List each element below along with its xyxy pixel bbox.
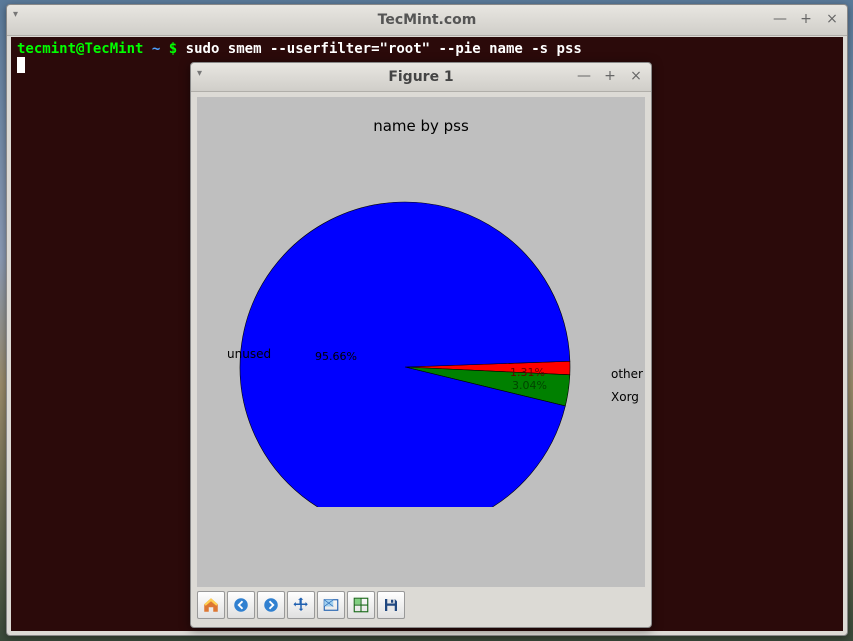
terminal-cursor [17,57,25,73]
desktop: ▾ TecMint.com — + × tecmint@TecMint ~ $ … [0,0,853,641]
pct-xorg: 3.04% [512,379,547,392]
close-button[interactable]: × [627,68,645,86]
home-button[interactable] [197,591,225,619]
legend-other: other [611,367,643,381]
prompt-path: ~ [152,41,160,57]
terminal-command: sudo smem --userfilter="root" --pie name… [186,41,582,57]
terminal-title: TecMint.com [7,12,847,28]
zoom-button[interactable] [317,591,345,619]
figure-window-buttons: — + × [575,68,645,86]
subplots-button[interactable] [347,591,375,619]
pct-other: 1.31% [510,366,545,379]
save-button[interactable] [377,591,405,619]
figure-titlebar[interactable]: ▾ Figure 1 — + × [191,63,651,92]
pan-icon [292,596,310,614]
pie-chart [235,167,575,507]
terminal-prompt-line: tecmint@TecMint ~ $ sudo smem --userfilt… [17,41,837,57]
zoom-icon [322,596,340,614]
subplots-icon [352,596,370,614]
pan-button[interactable] [287,591,315,619]
prompt-symbol: $ [169,41,177,57]
terminal-window-buttons: — + × [771,11,841,29]
back-button[interactable] [227,591,255,619]
matplotlib-toolbar [197,591,405,621]
back-icon [232,596,250,614]
maximize-button[interactable]: + [797,11,815,29]
save-icon [382,596,400,614]
minimize-button[interactable]: — [771,11,789,29]
home-icon [202,596,220,614]
forward-button[interactable] [257,591,285,619]
figure-window: ▾ Figure 1 — + × name by pss unused 95.6… [190,62,652,628]
prompt-host: TecMint [84,41,143,57]
minimize-button[interactable]: — [575,68,593,86]
close-button[interactable]: × [823,11,841,29]
legend-unused: unused [227,347,271,361]
terminal-titlebar[interactable]: ▾ TecMint.com — + × [7,5,847,36]
chart-canvas: name by pss unused 95.66% 1.31% 3.04% ot… [197,97,645,587]
figure-menu-icon[interactable]: ▾ [197,71,213,77]
legend-xorg: Xorg [611,390,639,404]
prompt-user: tecmint [17,41,76,57]
pie-slice-unused [240,202,570,507]
terminal-menu-icon[interactable]: ▾ [13,12,29,20]
pct-unused: 95.66% [315,350,357,363]
maximize-button[interactable]: + [601,68,619,86]
forward-icon [262,596,280,614]
chart-title: name by pss [197,117,645,135]
